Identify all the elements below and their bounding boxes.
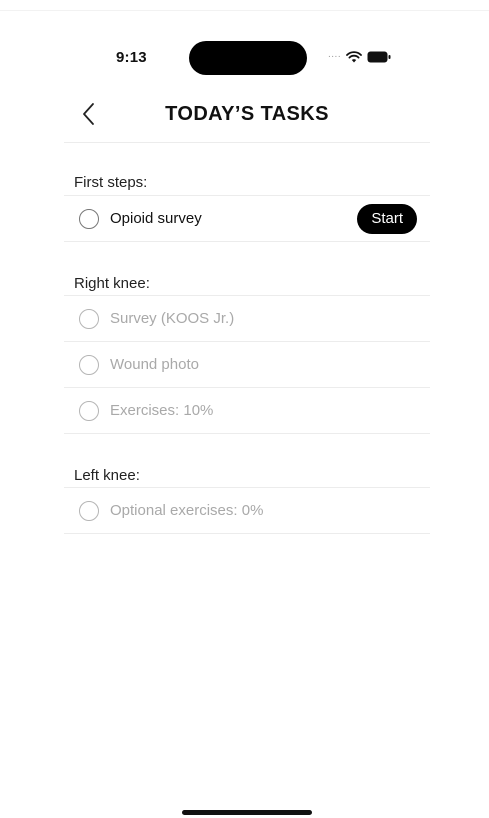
task-label: Survey (KOOS Jr.)	[110, 310, 235, 327]
task-label: Exercises: 10%	[110, 402, 214, 419]
battery-icon	[367, 51, 391, 63]
status-bar: 9:13 ....	[0, 0, 489, 90]
home-indicator[interactable]	[182, 810, 312, 815]
task-checkbox[interactable]	[79, 500, 99, 521]
task-row-survey-koos[interactable]: Survey (KOOS Jr.)	[64, 296, 430, 342]
task-checkbox[interactable]	[79, 308, 99, 329]
status-time: 9:13	[116, 49, 147, 66]
section-title-first-steps: First steps:	[64, 142, 430, 196]
cellular-signal-icon: ....	[328, 49, 342, 60]
dynamic-island	[189, 41, 307, 75]
task-checkbox[interactable]	[79, 354, 99, 375]
task-label: Optional exercises: 0%	[110, 502, 264, 519]
wifi-icon	[346, 51, 363, 63]
header: TODAY’S TASKS	[64, 90, 430, 143]
task-row-exercises[interactable]: Exercises: 10%	[64, 388, 430, 434]
task-label: Wound photo	[110, 356, 199, 373]
task-row-opioid-survey[interactable]: Opioid survey Start	[64, 196, 430, 242]
task-list: First steps: Opioid survey Start Right k…	[64, 142, 430, 534]
task-row-wound-photo[interactable]: Wound photo	[64, 342, 430, 388]
task-label: Opioid survey	[110, 210, 202, 227]
task-checkbox[interactable]	[79, 208, 99, 229]
section-title-left-knee: Left knee:	[64, 434, 430, 488]
section-title-right-knee: Right knee:	[64, 242, 430, 296]
task-row-optional-exercises[interactable]: Optional exercises: 0%	[64, 488, 430, 534]
status-icons: ....	[328, 50, 391, 64]
page-title: TODAY’S TASKS	[165, 103, 329, 125]
task-checkbox[interactable]	[79, 400, 99, 421]
start-button[interactable]: Start	[357, 204, 417, 234]
